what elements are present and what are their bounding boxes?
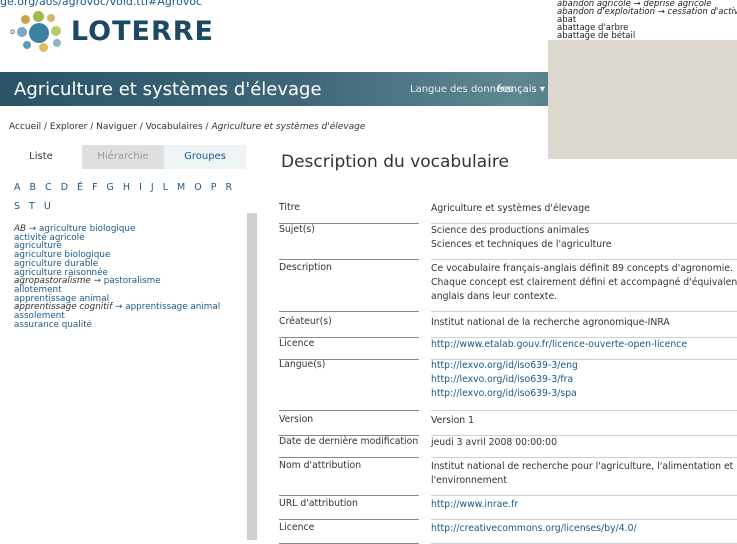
property-value-link[interactable]: http://lexvo.org/id/iso639-3/eng — [431, 359, 737, 373]
property-value: jeudi 3 avril 2008 00:00:00 — [431, 436, 737, 458]
tab-liste[interactable]: Liste — [0, 145, 82, 169]
term-list: AB → agriculture biologique activité agri… — [14, 225, 220, 330]
breadcrumb-current: Agriculture et systèmes d'élevage — [211, 122, 366, 132]
vocabulary-title[interactable]: Agriculture et systèmes d'élevage — [14, 79, 322, 100]
sidebar-tabs: Liste Hiérarchie Groupes — [0, 145, 247, 169]
logo-text: LOTERRE — [70, 15, 214, 47]
property-value-link[interactable]: http://www.inrae.fr — [431, 498, 737, 512]
property-value-line: Version 1 — [431, 415, 475, 426]
property-key: Langue(s) — [279, 359, 419, 411]
property-key: Licence — [279, 522, 419, 544]
property-value: Version 1 — [431, 414, 737, 436]
property-value-link[interactable]: http://lexvo.org/id/iso639-3/fra — [431, 373, 737, 387]
property-key: Description — [279, 262, 419, 312]
popup-blank-area — [548, 40, 737, 159]
property-value-link[interactable]: http://lexvo.org/id/iso639-3/spa — [431, 387, 737, 401]
property-key: Date de dernière modification — [279, 436, 419, 458]
popup-term-item[interactable]: abattage de bétail — [557, 32, 737, 41]
property-key: Titre — [279, 202, 419, 224]
property-value-line: Ce vocabulaire français-anglais définit … — [431, 263, 734, 274]
loterre-logo-icon — [16, 11, 67, 52]
tab-groupes[interactable]: Groupes — [164, 145, 246, 169]
property-value-line: Agriculture et systèmes d'élevage — [431, 203, 590, 214]
property-value[interactable]: http://www.etalab.gouv.fr/licence-ouvert… — [431, 338, 737, 360]
term-pref-label[interactable]: apprentissage animal — [125, 302, 220, 312]
breadcrumb-path[interactable]: Accueil / Explorer / Naviguer / Vocabula… — [9, 122, 211, 132]
property-value[interactable]: http://creativecommons.org/licenses/by/4… — [431, 522, 737, 544]
property-value-line: Sciences et techniques de l'agriculture — [431, 239, 612, 250]
autocomplete-popup: abandon agricole → déprise agricole aband… — [548, 0, 737, 159]
property-value: Institut national de la recherche agrono… — [431, 316, 737, 338]
property-value: Ce vocabulaire français-anglais définit … — [431, 262, 737, 312]
property-value-line: Science des productions animales — [431, 225, 590, 236]
loterre-logo[interactable]: o LOTERRE — [10, 11, 214, 52]
alphabet-index[interactable]: A B C D É F G H I J L M O P R S T U — [14, 178, 244, 216]
sidebar-scrollbar[interactable] — [247, 213, 257, 540]
term-list-item[interactable]: assurance qualité — [14, 320, 220, 330]
property-value-line: Institut national de recherche pour l'ag… — [431, 461, 734, 472]
property-value-link[interactable]: http://www.etalab.gouv.fr/licence-ouvert… — [431, 338, 737, 352]
property-key: Nom d'attribution — [279, 460, 419, 496]
property-value-line: Institut national de la recherche agrono… — [431, 317, 670, 328]
term-pref-label[interactable]: assurance qualité — [14, 320, 92, 330]
property-value[interactable]: http://lexvo.org/id/iso639-3/eng http://l… — [431, 359, 737, 411]
property-value-line: anglais dans leur contexte. — [431, 291, 558, 302]
term-pref-label[interactable]: pastoralisme — [104, 276, 161, 286]
logo-prefix: o — [10, 26, 15, 36]
property-value: Institut national de recherche pour l'ag… — [431, 460, 737, 496]
property-value-link[interactable]: http://creativecommons.org/licenses/by/4… — [431, 522, 737, 536]
page-url-text[interactable]: ge.org/aos/agrovoc/void.ttl#Agrovoc — [0, 0, 202, 8]
property-key: Version — [279, 414, 419, 436]
property-value-line: jeudi 3 avril 2008 00:00:00 — [431, 437, 558, 448]
tab-hierarchie[interactable]: Hiérarchie — [82, 145, 164, 169]
property-key: Créateur(s) — [279, 316, 419, 338]
sidebar: Liste Hiérarchie Groupes A B C D É F G H… — [0, 145, 257, 540]
data-language-select[interactable]: français ▾ — [497, 84, 545, 95]
property-value[interactable]: http://www.inrae.fr — [431, 498, 737, 520]
property-value: Science des productions animales Sciences… — [431, 224, 737, 260]
property-key: URL d'attribution — [279, 498, 419, 520]
property-value-line: l'environnement — [431, 475, 507, 486]
breadcrumb: Accueil / Explorer / Naviguer / Vocabula… — [9, 122, 365, 132]
property-value-line: Chaque concept est clairement défini et … — [431, 277, 737, 288]
property-key: Licence — [279, 338, 419, 360]
popup-term-item[interactable]: abandon d'exploitation → cessation d'act… — [557, 8, 737, 17]
property-value: Agriculture et systèmes d'élevage — [431, 202, 737, 224]
page-title: Description du vocabulaire — [281, 152, 509, 172]
property-key: Sujet(s) — [279, 224, 419, 260]
